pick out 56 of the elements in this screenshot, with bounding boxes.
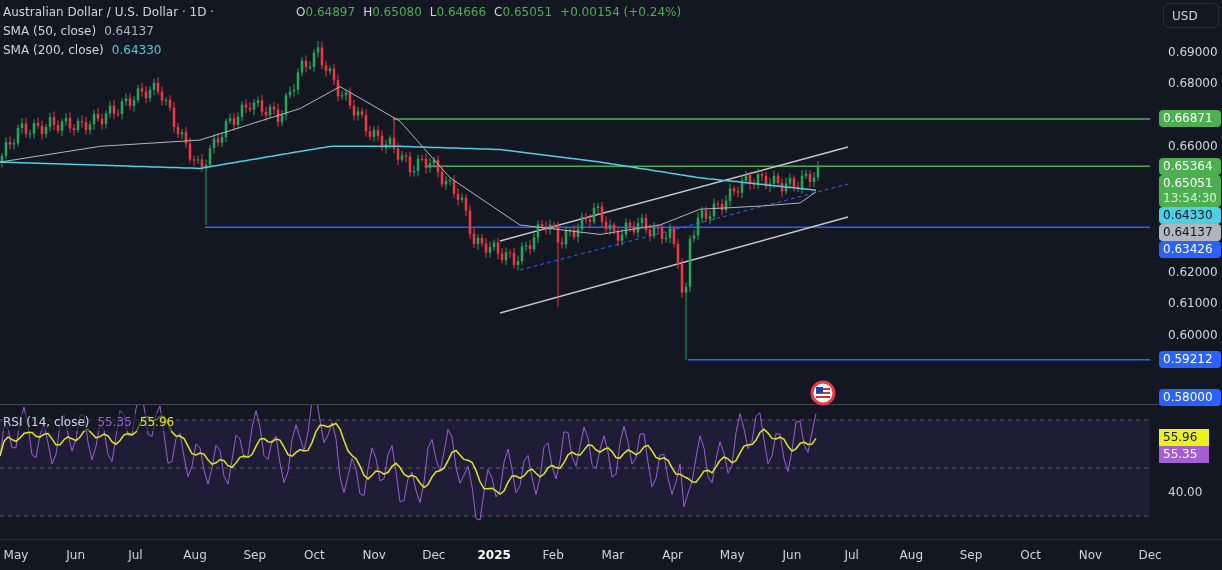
time-tick: Jul <box>126 547 144 564</box>
price-label: 0.64137 <box>1159 223 1221 241</box>
currency-button[interactable]: USD <box>1163 3 1219 28</box>
indicator-name: SMA (200, close) <box>3 42 104 59</box>
rsi-label: 55.96 <box>1159 429 1209 446</box>
rsi-label: 55.35 <box>1159 446 1209 463</box>
price-label: 0.65051 13:54:30 <box>1159 174 1221 207</box>
indicator-value: 0.64330 <box>111 42 162 59</box>
indicator-value: 55.96 <box>139 414 175 431</box>
time-tick: 2025 <box>477 547 510 564</box>
ohlc-value: 0.65080 <box>372 4 422 21</box>
time-tick: Oct <box>1019 547 1043 564</box>
price-label: 0.58000 <box>1159 389 1221 407</box>
price-label: 0.66871 <box>1159 110 1221 128</box>
ohlc-label: H <box>363 4 373 21</box>
time-tick: Jun <box>64 547 87 564</box>
price-label: 0.59212 <box>1159 351 1221 369</box>
indicator-value: 0.64137 <box>104 23 154 40</box>
price-tick: 0.61000 <box>1168 296 1218 312</box>
time-tick: Mar <box>600 547 626 564</box>
price-change: +0.00154 (+0.24%) <box>560 4 682 21</box>
indicator-name: SMA (50, close) <box>3 23 97 40</box>
price-tick: 0.69000 <box>1168 44 1218 60</box>
time-tick: Apr <box>661 547 684 564</box>
indicator-value: 55.35 <box>97 414 132 431</box>
flag-icon <box>810 380 836 406</box>
time-tick: Oct <box>303 547 326 564</box>
price-label: 0.64330 <box>1159 206 1221 224</box>
time-tick: Nov <box>1077 547 1104 564</box>
time-tick: Feb <box>541 547 565 564</box>
rsi-tick: 40.00 <box>1167 484 1203 501</box>
time-tick: Dec <box>421 547 447 564</box>
ohlc-value: 0.65051 <box>502 4 553 21</box>
price-tick: 0.68000 <box>1168 75 1218 91</box>
price-tick: 0.66000 <box>1168 138 1218 154</box>
symbol-title: Australian Dollar / U.S. Dollar · 1D · <box>3 4 215 21</box>
ohlc-label: O <box>296 4 306 21</box>
ohlc-value: 0.64897 <box>305 4 356 21</box>
price-tick: 0.62000 <box>1168 264 1218 280</box>
time-tick: Jun <box>781 547 803 564</box>
ohlc-value: 0.64666 <box>436 4 487 21</box>
price-label: 0.63426 <box>1159 240 1221 258</box>
time-tick: Dec <box>1137 547 1163 564</box>
time-tick: May <box>2 547 30 564</box>
time-tick: Sep <box>242 547 268 564</box>
price-tick: 0.60000 <box>1168 327 1218 343</box>
ohlc-label: C <box>494 4 503 21</box>
indicator-name: RSI (14, close) <box>3 414 90 431</box>
time-tick: Nov <box>361 547 387 564</box>
ohlc-label: L <box>429 4 437 21</box>
time-tick: Sep <box>958 547 984 564</box>
time-tick: Aug <box>182 547 208 564</box>
price-label: 0.65364 <box>1159 157 1221 175</box>
time-tick: Jul <box>843 547 860 564</box>
time-tick: Aug <box>898 547 925 564</box>
time-tick: May <box>718 547 746 564</box>
